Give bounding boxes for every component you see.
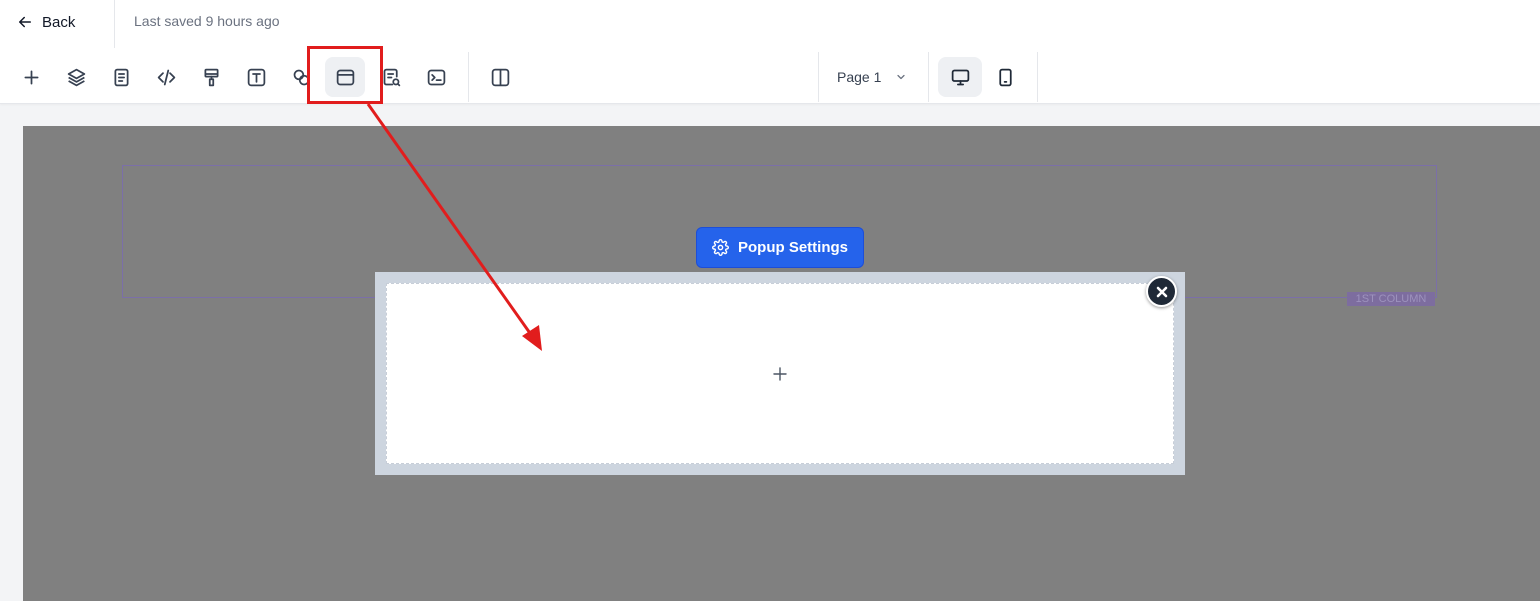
text-box-icon (247, 68, 265, 86)
pages-button[interactable] (101, 57, 141, 97)
desktop-view-button[interactable] (938, 57, 982, 97)
chevron-down-icon (897, 74, 905, 80)
back-button[interactable]: Back (16, 10, 75, 34)
popup-settings-button[interactable]: Popup Settings (696, 227, 864, 268)
close-icon (1156, 286, 1167, 297)
arrow-left-icon (19, 16, 31, 28)
back-label: Back (42, 13, 76, 31)
custom-code-button[interactable] (416, 57, 456, 97)
split-view-icon (491, 68, 509, 86)
code-icon (157, 69, 175, 85)
plus-icon (773, 367, 787, 381)
divider (818, 52, 819, 102)
mobile-icon (998, 68, 1012, 86)
save-status: Last saved 9 hours ago (134, 13, 280, 29)
divider (114, 0, 115, 48)
page-icon (114, 68, 128, 86)
popup-settings-label: Popup Settings (738, 239, 848, 256)
split-view-button[interactable] (480, 57, 520, 97)
desktop-icon (951, 69, 969, 85)
add-element-plus[interactable] (771, 365, 789, 383)
add-element-button[interactable] (11, 57, 51, 97)
page-select[interactable]: Page 1 (837, 60, 907, 94)
typography-button[interactable] (236, 57, 276, 97)
divider (1037, 52, 1038, 102)
terminal-icon (427, 69, 445, 85)
divider (468, 52, 469, 102)
mobile-view-button[interactable] (983, 57, 1027, 97)
popup-close-button[interactable] (1146, 276, 1177, 307)
code-button[interactable] (146, 57, 186, 97)
plus-icon (24, 70, 38, 84)
column-tag: 1ST COLUMN (1347, 292, 1435, 306)
editor-toolbar: Back Last saved 9 hours ago Page 1 (0, 0, 1540, 104)
page-select-value: Page 1 (837, 69, 882, 85)
layers-icon (67, 68, 85, 86)
gear-icon (712, 239, 729, 256)
highlight-box (307, 46, 383, 104)
paint-roller-icon (204, 68, 218, 86)
seo-search-icon (383, 68, 400, 86)
layers-button[interactable] (56, 57, 96, 97)
styles-button[interactable] (191, 57, 231, 97)
divider (928, 52, 929, 102)
